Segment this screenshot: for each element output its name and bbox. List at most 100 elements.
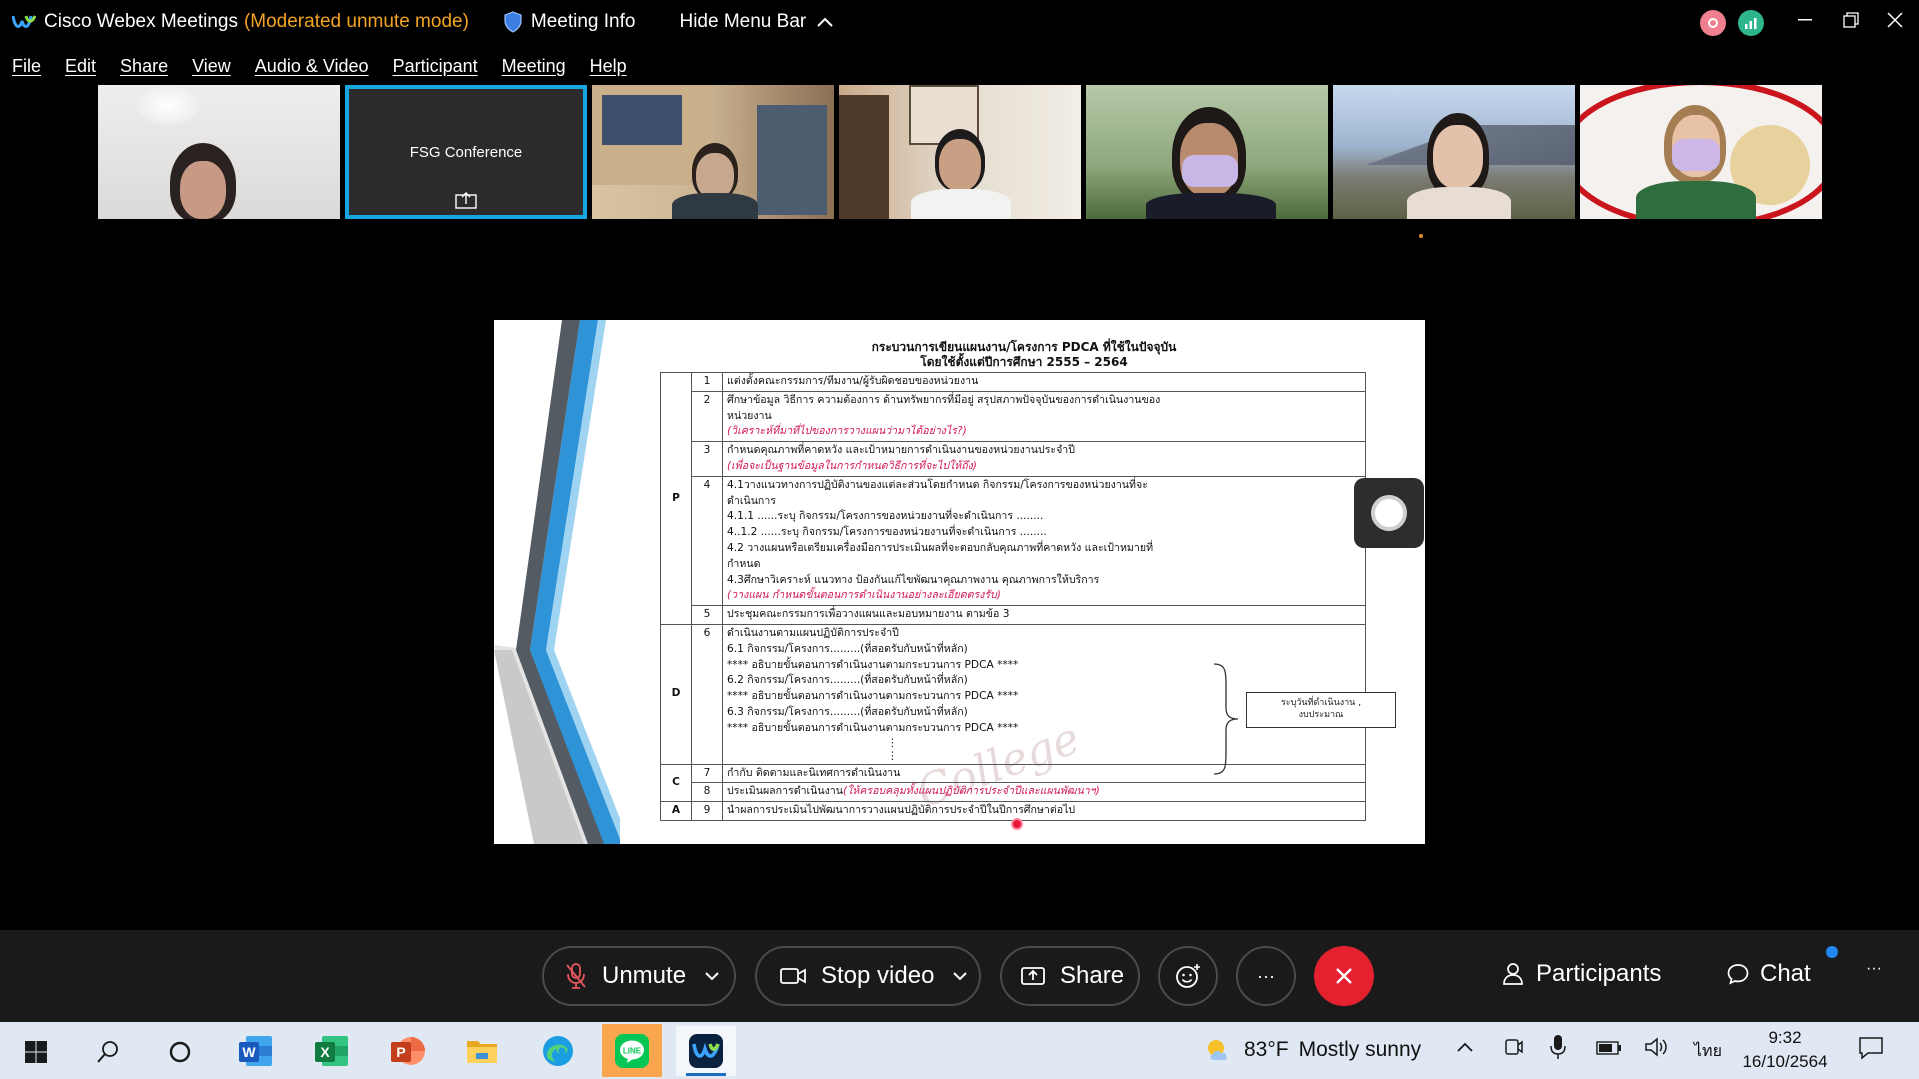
pdca-step-text: ศึกษาข้อมูล วิธีการ ความต้องการ ด้านทรัพ… (722, 390, 1366, 443)
pdca-step-number: 7 (691, 763, 723, 784)
chat-button[interactable]: Chat (1726, 946, 1838, 988)
chevron-down-icon[interactable] (952, 971, 968, 981)
pdca-step-line: **** อธิบายขั้นตอนการดำเนินงานตามกระบวนก… (727, 658, 1019, 671)
more-options-button[interactable]: ··· (1236, 946, 1296, 1006)
meeting-info-button[interactable]: Meeting Info (503, 11, 635, 33)
pdca-step-annotation: (วางแผน กำหนดขั้นตอนการดำเนินงานอย่างละเ… (727, 589, 1001, 602)
pdca-step-line: ศึกษาข้อมูล วิธีการ ความต้องการ ด้านทรัพ… (727, 393, 1161, 406)
share-screen-icon (1021, 967, 1045, 985)
pdca-step-annotation: (เพื่อจะเป็นฐานข้อมูลในการกำหนดวิธีการที… (727, 459, 977, 472)
folder-icon (467, 1041, 497, 1063)
cortana-circle-icon (169, 1041, 191, 1063)
participant-video-tile[interactable] (1580, 85, 1822, 219)
slide-decoration (494, 320, 620, 844)
search-button[interactable] (86, 1030, 130, 1074)
hide-menu-bar-button[interactable]: Hide Menu Bar (679, 11, 834, 33)
menu-help[interactable]: Help (590, 56, 627, 77)
pdca-step-line: กำกับ ติดตามและนิเทศการดำเนินงาน (727, 766, 901, 779)
notifications-button[interactable] (1858, 1036, 1884, 1065)
menu-audio-video[interactable]: Audio & Video (255, 56, 369, 77)
document-title-line1: กระบวนการเขียนแผนงาน/โครงการ PDCA ที่ใช้… (871, 340, 1177, 354)
taskbar-file-explorer[interactable] (452, 1026, 512, 1076)
close-window-button[interactable] (1866, 0, 1919, 40)
pdca-step-number: 3 (691, 441, 723, 477)
participant-video-tile[interactable] (1333, 85, 1575, 219)
chat-unread-badge (1826, 946, 1838, 958)
participant-video-tile[interactable] (98, 85, 340, 219)
menu-meeting[interactable]: Meeting (502, 56, 566, 77)
fsg-conference-label: FSG Conference (409, 143, 523, 161)
document-title-line2: โดยใช้ตั้งแต่ปีการศึกษา 2555 – 2564 (920, 355, 1128, 369)
chevron-down-icon[interactable] (704, 971, 720, 981)
weather-widget[interactable]: 83°F Mostly sunny (1204, 1036, 1421, 1064)
input-language-indicator[interactable]: ไทย (1694, 1039, 1722, 1064)
pdca-step-line: ประชุมคณะกรรมการเพื่อวางแผนและมอบหมายงาน… (727, 608, 1010, 621)
start-button[interactable] (14, 1030, 58, 1074)
menu-share[interactable]: Share (120, 56, 168, 77)
chevron-up-icon (817, 17, 833, 27)
reactions-button[interactable] (1158, 946, 1218, 1006)
participant-video-tile[interactable] (839, 85, 1081, 219)
taskbar-word[interactable]: W (226, 1026, 286, 1076)
network-stats-icon[interactable] (1738, 10, 1764, 36)
pdca-step-line: 4..1.2 ......ระบุ กิจกรรม/โครงการของหน่ว… (727, 526, 1047, 539)
taskbar-line[interactable]: LINE (602, 1024, 662, 1077)
pdca-step-number: 6 (691, 623, 723, 765)
restore-icon (1843, 12, 1859, 28)
pdca-step-line: ⋮ (887, 749, 898, 762)
pdca-step-text: ประชุมคณะกรรมการเพื่อวางแผนและมอบหมายงาน… (722, 605, 1366, 625)
pdca-step-number: 1 (691, 372, 723, 392)
meet-now-tray-icon[interactable] (1504, 1036, 1524, 1063)
notification-icon (1859, 1037, 1883, 1060)
menu-view[interactable]: View (192, 56, 231, 77)
record-ring-icon (1371, 495, 1407, 531)
callout-box: ระบุวันที่ดำเนินงาน , งบประมาณ (1246, 692, 1396, 728)
chat-label: Chat (1760, 960, 1811, 987)
search-icon (97, 1041, 118, 1063)
pdca-step-text: 4.1วางแนวทางการปฏิบัติงานของแต่ละส่วนโดย… (722, 475, 1366, 607)
menu-edit[interactable]: Edit (65, 56, 96, 77)
cortana-button[interactable] (158, 1030, 202, 1074)
recording-indicator-icon[interactable] (1700, 10, 1726, 36)
overflow-menu-button[interactable]: ··· (1866, 960, 1882, 978)
leave-meeting-button[interactable] (1314, 946, 1374, 1006)
show-hidden-icons-button[interactable] (1456, 1038, 1474, 1058)
unmute-label: Unmute (602, 962, 687, 989)
microphone-tray-icon[interactable] (1550, 1034, 1566, 1065)
pdca-step-line: 4.2 วางแผนหรือเตรียมเครื่องมือการประเมิน… (727, 541, 1154, 554)
unmute-button[interactable]: Unmute (542, 946, 736, 1006)
taskbar-webex[interactable] (676, 1026, 736, 1076)
clock-date: 16/10/2564 (1742, 1052, 1828, 1071)
pdca-step-text: ประเมินผลการดำเนินงาน(ให้ครอบคลุมทั้งแผน… (722, 782, 1366, 803)
stop-video-button[interactable]: Stop video (755, 946, 981, 1006)
line-app-icon: LINE (615, 1033, 649, 1068)
person-icon (1503, 963, 1523, 985)
document-title: กระบวนการเขียนแผนงาน/โครงการ PDCA ที่ใช้… (724, 340, 1324, 370)
taskbar-powerpoint[interactable]: P (378, 1026, 438, 1076)
participant-video-tile[interactable] (592, 85, 834, 219)
pdca-table: P 1 แต่งตั้งคณะกรรมการ/ทีมงาน/ผู้รับผิดชอบ… (660, 372, 1366, 821)
pdca-row: 5 ประชุมคณะกรรมการเพื่อวางแผนและมอบหมายงา… (661, 605, 1366, 625)
emoji-smile-icon (1176, 964, 1200, 988)
share-button[interactable]: Share (1000, 946, 1140, 1006)
pdca-step-annotation: (ให้ครอบคลุมทั้งแผนปฏิบัติการประจำปีและแ… (843, 785, 1100, 798)
participant-video-tile[interactable] (1086, 85, 1328, 219)
scroll-indicator-dot (1419, 234, 1423, 238)
participants-button[interactable]: Participants (1502, 960, 1661, 988)
menu-file[interactable]: File (12, 56, 41, 77)
taskbar-excel[interactable]: X (302, 1026, 362, 1076)
pdca-step-number: 4 (691, 475, 723, 607)
taskbar-edge[interactable] (528, 1026, 588, 1076)
webex-app-icon (689, 1034, 723, 1068)
pdca-step-line: แต่งตั้งคณะกรรมการ/ทีมงาน/ผู้รับผิดชอบขอ… (727, 375, 979, 387)
participants-label: Participants (1536, 960, 1662, 987)
floating-record-button[interactable] (1354, 478, 1424, 548)
volume-tray-icon[interactable] (1644, 1036, 1668, 1063)
battery-tray-icon[interactable] (1596, 1040, 1622, 1060)
close-icon (1336, 968, 1352, 984)
system-clock[interactable]: 9:32 16/10/2564 (1740, 1026, 1830, 1074)
participant-tile-fsg-conference[interactable]: FSG Conference (345, 85, 587, 219)
pdca-phase-cell: A (660, 801, 692, 821)
shared-screen-slide: College กระบวนการเขียนแผนงาน/โครงการ PDC… (494, 320, 1425, 844)
menu-participant[interactable]: Participant (393, 56, 478, 77)
